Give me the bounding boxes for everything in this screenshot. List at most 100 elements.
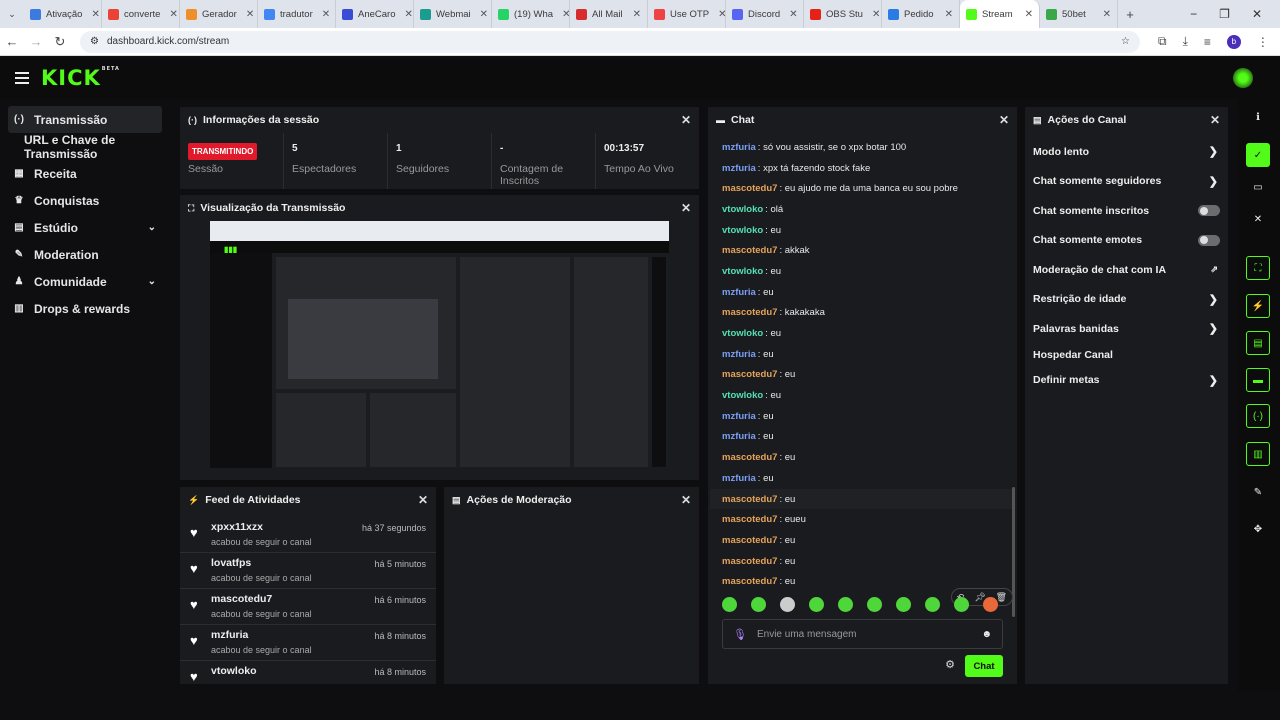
check-icon[interactable]: ✓ <box>1246 143 1270 167</box>
chat-input[interactable]: 🎙︎ Envie uma mensagem ☻ <box>722 619 1003 649</box>
browser-tab[interactable]: Stream ✕ <box>960 0 1040 28</box>
close-tab-icon[interactable]: ✕ <box>165 9 177 20</box>
close-tab-icon[interactable]: ✕ <box>401 9 413 20</box>
chat-message[interactable]: vtowloko: olá <box>722 199 1003 220</box>
chat-username[interactable]: mzfuria <box>722 411 756 422</box>
chat-message[interactable]: vtowloko: eu <box>722 261 1003 282</box>
user-avatar[interactable] <box>1233 68 1253 88</box>
forward-icon[interactable]: → <box>24 34 48 49</box>
action-followers-only[interactable]: Chat somente seguidores ❯ <box>1025 167 1228 197</box>
bookmark-star-icon[interactable]: ☆ <box>1121 36 1130 47</box>
chat-message[interactable]: mzfuria: eu <box>722 468 1003 489</box>
chat-username[interactable]: mascotedu7 <box>722 452 777 463</box>
tab-list-icon[interactable]: ⌄ <box>0 9 24 20</box>
browser-tab[interactable]: 50bet ✕ <box>1040 0 1118 28</box>
browser-tab[interactable]: Use OTP ✕ <box>648 0 726 28</box>
close-icon[interactable]: ✕ <box>681 201 691 215</box>
action-age-restriction[interactable]: Restrição de idade ❯ <box>1025 285 1228 315</box>
chat-message[interactable]: mascotedu7: eu <box>722 447 1003 468</box>
close-icon[interactable]: ✕ <box>681 493 691 507</box>
chat-message[interactable]: vtowloko: eu <box>722 385 1003 406</box>
chat-username[interactable]: vtowloko <box>722 225 763 236</box>
browser-tab[interactable]: converte ✕ <box>102 0 180 28</box>
chat-username[interactable]: mascotedu7 <box>722 183 777 194</box>
kick-logo[interactable]: KICKBETA <box>41 66 120 90</box>
emote-icon[interactable] <box>809 597 824 612</box>
url-field[interactable]: ⚙ dashboard.kick.com/stream ☆ <box>80 30 1140 53</box>
close-tab-icon[interactable]: ✕ <box>785 9 797 20</box>
close-layout-icon[interactable]: ✕ <box>1246 207 1270 231</box>
gear-icon[interactable]: ⚙ <box>945 658 955 671</box>
action-banned-words[interactable]: Palavras banidas ❯ <box>1025 314 1228 344</box>
chat-username[interactable]: mascotedu7 <box>722 576 777 587</box>
activity-toggle-icon[interactable]: ⚡ <box>1246 294 1270 318</box>
emote-icon[interactable] <box>722 597 737 612</box>
chat-message[interactable]: mascotedu7: eu ajudo me da uma banca eu … <box>722 178 1003 199</box>
chat-username[interactable]: mzfuria <box>722 163 756 174</box>
chat-message[interactable]: mascotedu7: kakakaka <box>722 303 1003 324</box>
sidebar-item-conquistas[interactable]: ♛ Conquistas <box>0 187 170 214</box>
chat-username[interactable]: mascotedu7 <box>722 494 777 505</box>
new-tab-icon[interactable]: + <box>1118 7 1142 22</box>
chat-message[interactable]: mascotedu7: eu <box>710 488 1015 510</box>
chat-message[interactable]: mzfuria: só vou assistir, se o xpx botar… <box>722 137 1003 158</box>
sidebar-item-receita[interactable]: ▦ Receita <box>0 160 170 187</box>
chat-username[interactable]: vtowloko <box>722 204 763 215</box>
sidebar-item-transmissao[interactable]: (·) Transmissão <box>8 106 162 133</box>
subscribers-only-toggle[interactable] <box>1198 205 1220 217</box>
chat-message[interactable]: mascotedu7: eu <box>722 365 1003 386</box>
close-tab-icon[interactable]: ✕ <box>318 9 330 20</box>
chat-username[interactable]: vtowloko <box>722 266 763 277</box>
emoji-icon[interactable]: ☻ <box>981 629 992 640</box>
chat-username[interactable]: mascotedu7 <box>722 514 777 525</box>
chat-username[interactable]: mzfuria <box>722 287 756 298</box>
close-tab-icon[interactable]: ✕ <box>1099 9 1111 20</box>
chat-message[interactable]: mascotedu7: eu <box>722 530 1003 551</box>
chat-username[interactable]: mzfuria <box>722 142 756 153</box>
emote-icon[interactable] <box>867 597 882 612</box>
action-slow-mode[interactable]: Modo lento ❯ <box>1025 137 1228 167</box>
emote-icon[interactable] <box>925 597 940 612</box>
chat-message[interactable]: mzfuria: eu <box>722 427 1003 448</box>
profile-icon[interactable]: b <box>1226 34 1241 49</box>
emote-icon[interactable] <box>838 597 853 612</box>
emote-icon[interactable] <box>983 597 998 612</box>
extensions-icon[interactable]: ⧉ <box>1158 34 1167 49</box>
chat-message[interactable]: mzfuria: eu <box>722 282 1003 303</box>
browser-tab[interactable]: tradutor ✕ <box>258 0 336 28</box>
minimize-icon[interactable]: − <box>1190 7 1197 21</box>
sidebar-item-comunidade[interactable]: ♟ Comunidade ⌄ <box>0 268 170 295</box>
microphone-icon[interactable]: 🎙︎ <box>733 628 747 641</box>
chat-username[interactable]: mzfuria <box>722 473 756 484</box>
broadcast-toggle-icon[interactable]: (·) <box>1246 404 1270 428</box>
chat-message[interactable]: mzfuria: eu <box>722 406 1003 427</box>
layout-icon[interactable]: ▭ <box>1246 175 1270 199</box>
chat-username[interactable]: mzfuria <box>722 431 756 442</box>
action-ai-moderation[interactable]: Moderação de chat com IA ⇗ <box>1025 255 1228 285</box>
close-tab-icon[interactable]: ✕ <box>868 9 880 20</box>
browser-tab[interactable]: Pedido ✕ <box>882 0 960 28</box>
restore-icon[interactable]: ❐ <box>1219 7 1230 21</box>
chat-username[interactable]: mascotedu7 <box>722 369 777 380</box>
browser-tab[interactable]: All Mail ✕ <box>570 0 648 28</box>
chat-username[interactable]: mascotedu7 <box>722 307 777 318</box>
close-tab-icon[interactable]: ✕ <box>242 9 254 20</box>
menu-icon[interactable] <box>15 72 29 84</box>
reading-list-icon[interactable]: ≡ <box>1204 35 1211 49</box>
browser-menu-icon[interactable]: ⋮ <box>1257 35 1269 49</box>
chat-message[interactable]: mzfuria: xpx tá fazendo stock fake <box>722 158 1003 179</box>
close-tab-icon[interactable]: ✕ <box>476 9 488 20</box>
chat-message[interactable]: mascotedu7: eueu <box>722 509 1003 530</box>
actions-toggle-icon[interactable]: ▥ <box>1246 442 1270 466</box>
puzzle-icon[interactable]: ✥ <box>1246 517 1270 541</box>
browser-tab[interactable]: OBS Stu ✕ <box>804 0 882 28</box>
chat-message[interactable]: mzfuria: eu <box>722 344 1003 365</box>
chat-username[interactable]: mascotedu7 <box>722 535 777 546</box>
chat-message[interactable]: vtowloko: eu <box>722 323 1003 344</box>
chat-username[interactable]: mascotedu7 <box>722 556 777 567</box>
close-tab-icon[interactable]: ✕ <box>558 9 569 20</box>
close-tab-icon[interactable]: ✕ <box>714 9 725 20</box>
emotes-only-toggle[interactable] <box>1198 234 1220 246</box>
chat-message[interactable]: mascotedu7: akkak <box>722 240 1003 261</box>
emote-icon[interactable] <box>751 597 766 612</box>
